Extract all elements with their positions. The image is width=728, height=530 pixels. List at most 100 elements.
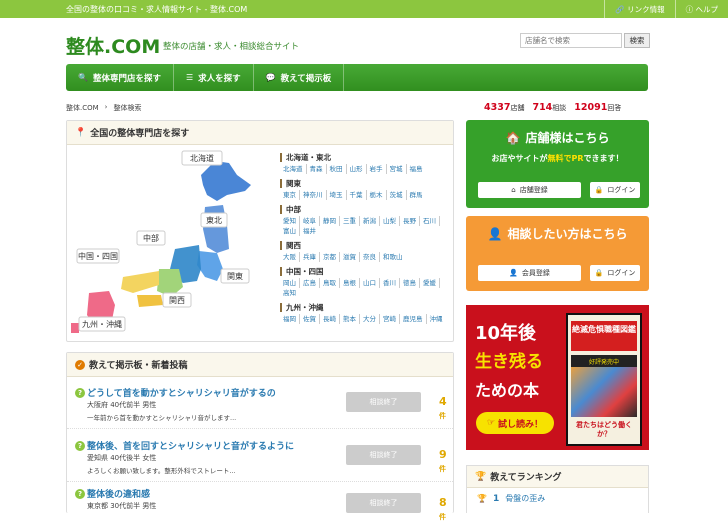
map-label-hokkaido[interactable]: 北海道 xyxy=(181,150,223,166)
pref-link[interactable]: 高知 xyxy=(280,288,299,298)
link-info-link[interactable]: 🔗 リンク情報 xyxy=(604,0,674,18)
site-logo[interactable]: 整体.COM xyxy=(66,32,160,59)
shop-owner-box: 🏠 店舗様はこちら お店やサイトが無料でPRできます！ ⌂ 店舗登録 🔒 ログイン xyxy=(466,120,649,208)
pref-link[interactable]: 山梨 xyxy=(380,216,400,226)
thread-title[interactable]: どうして首を動かすとシャリシャリ音がするの xyxy=(87,386,276,399)
member-login-button[interactable]: 🔒 ログイン xyxy=(590,265,640,281)
pref-link[interactable]: 栃木 xyxy=(367,190,387,200)
pref-link[interactable]: 愛媛 xyxy=(420,278,440,288)
help-link[interactable]: ⓘ ヘルプ xyxy=(674,0,728,18)
pref-link[interactable]: 三重 xyxy=(340,216,360,226)
pref-link[interactable]: 岡山 xyxy=(280,278,300,288)
pref-link[interactable]: 福井 xyxy=(300,226,319,236)
pref-link[interactable]: 長崎 xyxy=(320,314,340,324)
pref-link[interactable]: 鹿児島 xyxy=(400,314,427,324)
member-register-button[interactable]: 👤 会員登録 xyxy=(478,265,581,281)
shop-owner-title: 🏠 店舗様はこちら xyxy=(505,130,610,146)
pref-link[interactable]: 富山 xyxy=(280,226,300,236)
map-label-chubu[interactable]: 中部 xyxy=(136,230,166,246)
thread-title[interactable]: 整体後、首を回すとシャリシャリと音がするように xyxy=(87,439,294,452)
user-icon: 👤 xyxy=(509,269,518,277)
consult-buttons: 👤 会員登録 🔒 ログイン xyxy=(478,265,640,281)
pref-link[interactable]: 東京 xyxy=(280,190,300,200)
thread-title[interactable]: 整体後の違和感 xyxy=(87,487,150,500)
svg-text:中国・四国: 中国・四国 xyxy=(78,251,118,261)
thread-item[interactable]: ? どうして首を動かすとシャリシャリ音がするの 大阪府 40代前半 男性 一年前… xyxy=(67,384,453,429)
region-kyushu-okinawa: 九州・沖縄 福岡 佐賀 長崎 熊本 大分 宮崎 鹿児島 沖縄 xyxy=(280,303,450,324)
search-input[interactable] xyxy=(520,33,622,48)
map-shikoku[interactable] xyxy=(137,295,163,307)
map-hokkaido[interactable] xyxy=(201,161,251,201)
shop-owner-text: お店やサイトが無料でPRできます！ xyxy=(491,154,624,163)
pref-link[interactable]: 岐阜 xyxy=(300,216,320,226)
book-illustration xyxy=(571,367,637,417)
thread-excerpt: よろしくお願い致します。整形外科でストレート... xyxy=(87,467,236,475)
pref-link[interactable]: 石川 xyxy=(420,216,440,226)
map-label-tohoku[interactable]: 東北 xyxy=(200,212,228,228)
pref-link[interactable]: 島根 xyxy=(340,278,360,288)
pref-link[interactable]: 大阪 xyxy=(280,252,300,262)
map-chugoku[interactable] xyxy=(121,271,159,293)
try-read-button[interactable]: ☞ 試し読み！ xyxy=(476,412,554,434)
stat-consults: 714相談 xyxy=(532,102,567,113)
map-kanto[interactable] xyxy=(197,251,223,281)
site-subtitle: 整体の店舗・求人・相談総合サイト xyxy=(163,42,300,52)
pref-link[interactable]: 徳島 xyxy=(400,278,420,288)
pref-link[interactable]: 奈良 xyxy=(360,252,380,262)
pref-link[interactable]: 群馬 xyxy=(407,190,426,200)
pref-link[interactable]: 鳥取 xyxy=(320,278,340,288)
pref-link[interactable]: 和歌山 xyxy=(380,252,406,262)
map-label-kanto[interactable]: 関東 xyxy=(220,268,250,284)
lock-icon: 🔒 xyxy=(594,186,604,194)
pref-link[interactable]: 千葉 xyxy=(347,190,367,200)
pref-link[interactable]: 熊本 xyxy=(340,314,360,324)
pref-link[interactable]: 福岡 xyxy=(280,314,300,324)
pref-link[interactable]: 愛知 xyxy=(280,216,300,226)
site-stats: 4337店舗 714相談 12091回答 xyxy=(484,102,621,113)
pref-links: 岡山 広島 鳥取 島根 山口 香川 徳島 愛媛高知 xyxy=(280,278,450,298)
map-label-chugoku-shikoku[interactable]: 中国・四国 xyxy=(76,248,120,264)
pref-link[interactable]: 佐賀 xyxy=(300,314,320,324)
pref-link[interactable]: 山形 xyxy=(347,164,367,174)
pref-links: 大阪 兵庫 京都 滋賀 奈良 和歌山 xyxy=(280,252,450,262)
thread-item[interactable]: ? 整体後の違和感 東京都 30代前半 男性 相談終了 8件 xyxy=(67,485,453,530)
pref-link[interactable]: 福島 xyxy=(407,164,426,174)
map-okinawa[interactable] xyxy=(71,323,79,333)
pref-link[interactable]: 埼玉 xyxy=(327,190,347,200)
pref-link[interactable]: 香川 xyxy=(380,278,400,288)
pref-link[interactable]: 長野 xyxy=(400,216,420,226)
breadcrumb-home[interactable]: 整体.COM xyxy=(66,103,99,113)
pref-link[interactable]: 宮崎 xyxy=(380,314,400,324)
pref-link[interactable]: 大分 xyxy=(360,314,380,324)
pref-link[interactable]: 岩手 xyxy=(367,164,387,174)
pref-link[interactable]: 沖縄 xyxy=(427,314,446,324)
map-label-kyushu[interactable]: 九州・沖縄 xyxy=(78,316,126,332)
shop-login-button[interactable]: 🔒 ログイン xyxy=(590,182,640,198)
map-tohoku[interactable] xyxy=(203,205,229,253)
pref-link[interactable]: 秋田 xyxy=(327,164,347,174)
thread-item[interactable]: ? 整体後、首を回すとシャリシャリと音がするように 愛知県 40代後半 女性 よ… xyxy=(67,437,453,482)
pref-link[interactable]: 神奈川 xyxy=(300,190,327,200)
pref-link[interactable]: 京都 xyxy=(320,252,340,262)
pref-link[interactable]: 青森 xyxy=(307,164,327,174)
pref-links: 東京 神奈川 埼玉 千葉 栃木 茨城 群馬 xyxy=(280,190,450,200)
ad-line2: 生き残る xyxy=(475,352,543,372)
pref-link[interactable]: 静岡 xyxy=(320,216,340,226)
nav-bbs[interactable]: 💬 教えて掲示板 xyxy=(254,64,345,91)
pref-link[interactable]: 茨城 xyxy=(387,190,407,200)
pref-link[interactable]: 兵庫 xyxy=(300,252,320,262)
pref-link[interactable]: 新潟 xyxy=(360,216,380,226)
nav-find-shop[interactable]: 🔍 整体専門店を探す xyxy=(66,64,174,91)
ranking-item[interactable]: 🏆 1 骨盤の歪み xyxy=(467,488,648,504)
pref-link[interactable]: 滋賀 xyxy=(340,252,360,262)
pref-link[interactable]: 北海道 xyxy=(280,164,307,174)
nav-find-job[interactable]: ☰ 求人を探す xyxy=(174,64,254,91)
pref-link[interactable]: 山口 xyxy=(360,278,380,288)
pref-link[interactable]: 宮城 xyxy=(387,164,407,174)
region-kansai: 関西 大阪 兵庫 京都 滋賀 奈良 和歌山 xyxy=(280,241,450,262)
pref-link[interactable]: 広島 xyxy=(300,278,320,288)
shop-register-button[interactable]: ⌂ 店舗登録 xyxy=(478,182,581,198)
map-label-kansai[interactable]: 関西 xyxy=(162,292,192,308)
book-ad-banner[interactable]: 10年後 生き残る ための本 ☞ 試し読み！ 絶滅危惧職種図鑑 好評発売中 君たち… xyxy=(466,305,649,450)
search-button[interactable]: 検索 xyxy=(624,33,650,48)
